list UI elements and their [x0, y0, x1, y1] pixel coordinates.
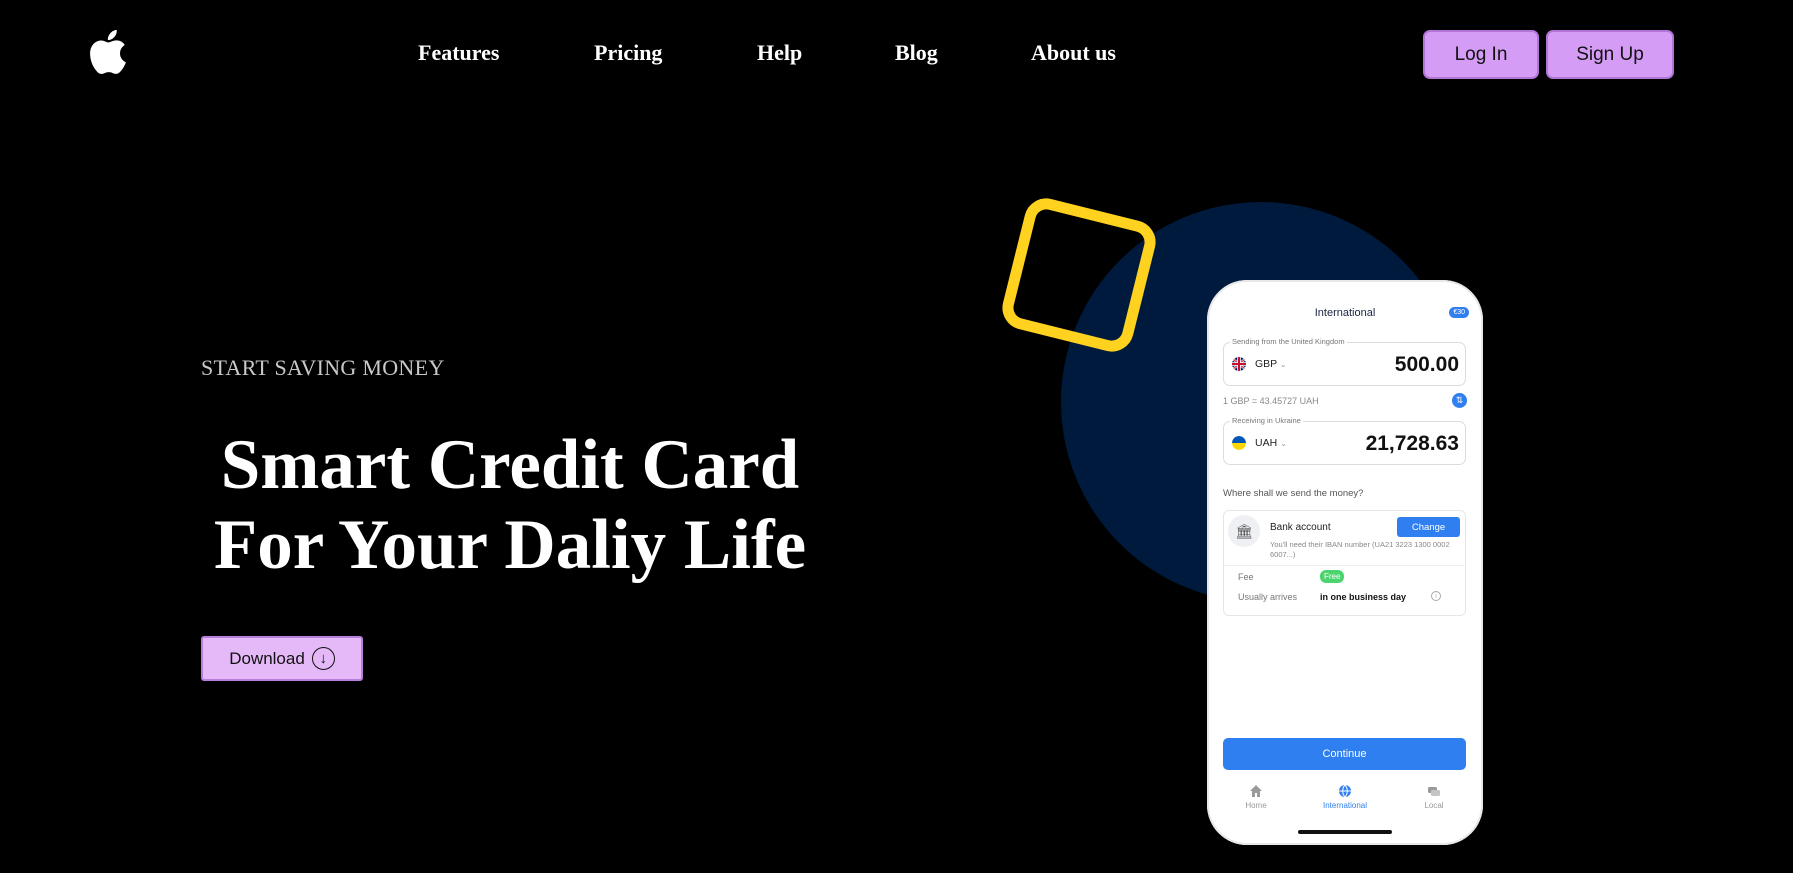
phone-tab-local-label: Local — [1424, 801, 1444, 810]
phone-balance-badge: €30 — [1449, 307, 1469, 318]
info-icon: i — [1431, 591, 1441, 601]
ukraine-flag-icon — [1232, 436, 1246, 450]
divider — [1224, 565, 1465, 566]
nav-link-about-us[interactable]: About us — [1031, 40, 1116, 66]
change-button: Change — [1397, 517, 1460, 537]
nav-link-features[interactable]: Features — [418, 40, 499, 66]
phone-screen-title: International — [1314, 307, 1376, 319]
swap-icon: ⇅ — [1452, 393, 1467, 408]
fee-value-badge: Free — [1320, 570, 1345, 583]
uk-flag-icon — [1232, 357, 1246, 371]
download-label: Download — [229, 648, 305, 668]
continue-button: Continue — [1223, 738, 1466, 770]
globe-icon — [1339, 784, 1351, 798]
exchange-rate: 1 GBP = 43.45727 UAH — [1223, 396, 1319, 406]
phone-tab-home: Home — [1221, 784, 1291, 810]
bank-account-card: 🏛 Bank account Change You'll need their … — [1223, 510, 1466, 616]
receiving-amount: 21,728.63 — [1365, 432, 1459, 455]
receiving-currency-code: UAH — [1255, 437, 1278, 449]
hero-headline-line1: Smart Credit Card — [220, 426, 800, 504]
nav-link-pricing[interactable]: Pricing — [594, 40, 662, 66]
hero-headline-line2: For Your Daliy Life — [213, 506, 807, 584]
phone-tab-international: International — [1310, 784, 1380, 810]
sending-currency: GBP ⌄ — [1255, 358, 1287, 370]
apple-logo-icon[interactable] — [90, 30, 126, 74]
arrives-label: Usually arrives — [1238, 592, 1298, 602]
chevron-down-icon: ⌄ — [1280, 439, 1287, 448]
arrives-value: in one business day — [1320, 592, 1407, 602]
fee-label: Fee — [1238, 572, 1254, 582]
receiving-label: Receiving in Ukraine — [1230, 416, 1303, 425]
sending-amount: 500.00 — [1394, 353, 1459, 376]
where-send-label: Where shall we send the money? — [1223, 488, 1364, 499]
sending-label: Sending from the United Kingdom — [1230, 337, 1347, 346]
download-button[interactable]: Download ↓ — [201, 636, 363, 681]
chevron-down-icon: ⌄ — [1279, 360, 1287, 369]
nav-link-help[interactable]: Help — [757, 40, 802, 66]
nav-link-blog[interactable]: Blog — [895, 40, 938, 66]
home-icon — [1250, 785, 1262, 797]
sending-currency-code: GBP — [1255, 358, 1277, 370]
signup-button[interactable]: Sign Up — [1546, 30, 1674, 79]
phone-mockup: International €30 Sending from the Unite… — [1207, 280, 1483, 845]
local-transfer-icon — [1428, 787, 1440, 796]
hero-eyebrow: START SAVING MONEY — [201, 355, 445, 380]
home-indicator — [1298, 830, 1392, 834]
phone-tab-local: Local — [1399, 784, 1469, 810]
receiving-currency: UAH ⌄ — [1255, 437, 1287, 449]
login-button[interactable]: Log In — [1423, 30, 1539, 79]
sending-amount-field: Sending from the United Kingdom GBP ⌄ 50… — [1223, 337, 1466, 386]
phone-tab-international-label: International — [1322, 801, 1368, 810]
phone-tab-home-label: Home — [1245, 801, 1267, 810]
hero-headline: Smart Credit Card For Your Daliy Life — [190, 425, 830, 585]
bank-note: You'll need their IBAN number (UA21 3223… — [1270, 540, 1450, 559]
arrow-down-circle-icon: ↓ — [311, 647, 335, 670]
receiving-amount-field: Receiving in Ukraine UAH ⌄ 21,728.63 — [1223, 416, 1466, 465]
bank-icon: 🏛 — [1228, 515, 1260, 547]
bank-account-name: Bank account — [1270, 522, 1331, 533]
